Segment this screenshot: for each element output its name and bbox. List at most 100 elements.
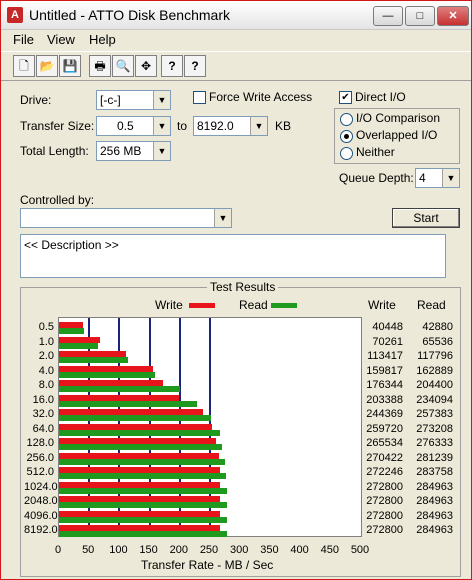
read-value: 284963	[416, 524, 453, 536]
close-button[interactable]: ✕	[437, 6, 469, 26]
test-results-title: Test Results	[207, 280, 279, 294]
read-bar	[59, 487, 228, 494]
read-value: 281239	[416, 451, 453, 464]
read-value: 257383	[416, 408, 453, 420]
queue-depth-select[interactable]: 4 ▼	[415, 168, 460, 188]
read-bar	[59, 328, 85, 334]
drive-value: [-c-]	[100, 93, 121, 107]
x-tick-label: 0	[54, 544, 62, 556]
transfer-size-label: 2048.0	[24, 495, 58, 507]
description-text: << Description >>	[24, 238, 119, 252]
x-axis-title: Transfer Rate - MB / Sec	[141, 558, 274, 572]
io-comparison-label[interactable]: I/O Comparison	[356, 111, 440, 125]
read-value: 204400	[416, 379, 453, 391]
new-file-icon[interactable]: 🗋	[13, 55, 35, 77]
transfer-size-label: 512.0	[26, 466, 54, 478]
read-bar	[59, 458, 225, 465]
chevron-down-icon[interactable]: ▼	[153, 91, 170, 109]
transfer-size-label: 128.0	[26, 437, 54, 449]
read-value: 273208	[416, 422, 453, 435]
title-bar[interactable]: A Untitled - ATTO Disk Benchmark — □ ✕	[1, 1, 471, 30]
print-icon[interactable]: 🖶	[89, 55, 111, 77]
transfer-size-from-select[interactable]: 0.5 ▼	[96, 116, 171, 136]
total-length-label: Total Length:	[20, 144, 89, 158]
chevron-down-icon[interactable]: ▼	[214, 209, 231, 227]
transfer-size-label: Transfer Size:	[20, 119, 95, 133]
transfer-size-label: 256.0	[26, 451, 54, 464]
drive-label: Drive:	[20, 93, 52, 107]
column-header-write: Write	[368, 298, 396, 312]
direct-io-label[interactable]: Direct I/O	[355, 90, 406, 104]
test-results-panel: Test Results Write Read Write Read 0.5 1.…	[20, 280, 461, 577]
kb-label: KB	[275, 119, 292, 133]
help-icon[interactable]: ?	[161, 55, 183, 77]
read-value: 276333	[416, 437, 453, 449]
to-label: to	[177, 119, 188, 133]
print-preview-icon[interactable]: 🔍	[112, 55, 134, 77]
read-value: 234094	[416, 393, 453, 406]
read-bar	[59, 473, 227, 479]
menu-help[interactable]: Help	[89, 32, 116, 47]
overlapped-io-label[interactable]: Overlapped I/O	[356, 128, 437, 142]
x-tick-label: 100	[109, 544, 128, 556]
menu-view[interactable]: View	[47, 32, 75, 47]
chevron-down-icon[interactable]: ▼	[250, 117, 267, 135]
minimize-button[interactable]: —	[373, 6, 403, 26]
maximize-button[interactable]: □	[405, 6, 435, 26]
io-comparison-radio[interactable]	[340, 113, 353, 126]
transfer-size-to-select[interactable]: 8192.0 ▼	[193, 116, 268, 136]
force-write-checkbox[interactable]	[193, 91, 206, 104]
transfer-from-value: 0.5	[117, 119, 134, 133]
chevron-down-icon[interactable]: ▼	[153, 117, 170, 135]
open-folder-icon[interactable]: 📂	[36, 55, 58, 77]
direct-io-checkbox[interactable]: ✔	[339, 91, 352, 104]
write-value: 265534	[366, 437, 403, 449]
x-tick-label: 150	[139, 544, 158, 556]
legend-write-label: Write	[155, 298, 183, 312]
transfer-size-label: 1.0	[38, 335, 54, 348]
legend-read-swatch	[271, 303, 297, 308]
write-value: 270422	[366, 451, 403, 464]
x-tick-label: 50	[82, 544, 95, 556]
neither-label[interactable]: Neither	[356, 145, 395, 159]
start-button[interactable]: Start	[392, 208, 460, 228]
read-bar	[59, 444, 222, 450]
overlapped-io-radio[interactable]	[340, 130, 353, 143]
write-value: 203388	[366, 393, 403, 406]
transfer-size-label: 2.0	[38, 350, 54, 362]
read-bar	[59, 502, 228, 508]
move-icon[interactable]: ✥	[135, 55, 157, 77]
read-value: 284963	[416, 495, 453, 507]
legend-write-swatch	[189, 303, 215, 308]
toolbar: 🗋 📂 💾 🖶 🔍 ✥ ? ?	[1, 51, 471, 81]
read-bar	[59, 342, 98, 349]
menu-file[interactable]: File	[13, 32, 34, 47]
x-tick-label: 300	[230, 544, 249, 556]
transfer-to-value: 8192.0	[197, 119, 234, 133]
chevron-down-icon[interactable]: ▼	[153, 142, 170, 160]
context-help-icon[interactable]: ?	[184, 55, 206, 77]
write-value: 159817	[366, 364, 403, 377]
results-chart	[58, 317, 362, 537]
read-bar	[59, 386, 180, 392]
transfer-size-label: 8192.0	[24, 524, 58, 536]
transfer-size-label: 16.0	[32, 393, 54, 406]
neither-radio[interactable]	[340, 147, 353, 160]
read-bar	[59, 357, 129, 363]
write-value: 259720	[366, 422, 403, 435]
chevron-down-icon[interactable]: ▼	[442, 169, 459, 187]
read-bar	[59, 516, 228, 523]
force-write-label[interactable]: Force Write Access	[209, 90, 312, 104]
read-value: 65536	[422, 335, 453, 348]
app-window: A Untitled - ATTO Disk Benchmark — □ ✕ F…	[0, 0, 472, 580]
drive-select[interactable]: [-c-] ▼	[96, 90, 171, 110]
read-value: 284963	[416, 509, 453, 522]
write-value: 272800	[366, 480, 403, 493]
x-tick-label: 400	[290, 544, 309, 556]
controlled-by-select[interactable]: ▼	[20, 208, 232, 228]
transfer-size-label: 1024.0	[24, 480, 58, 493]
read-value: 42880	[422, 321, 453, 333]
save-icon[interactable]: 💾	[59, 55, 81, 77]
total-length-select[interactable]: 256 MB ▼	[96, 141, 171, 161]
description-box[interactable]: << Description >>	[20, 234, 446, 278]
